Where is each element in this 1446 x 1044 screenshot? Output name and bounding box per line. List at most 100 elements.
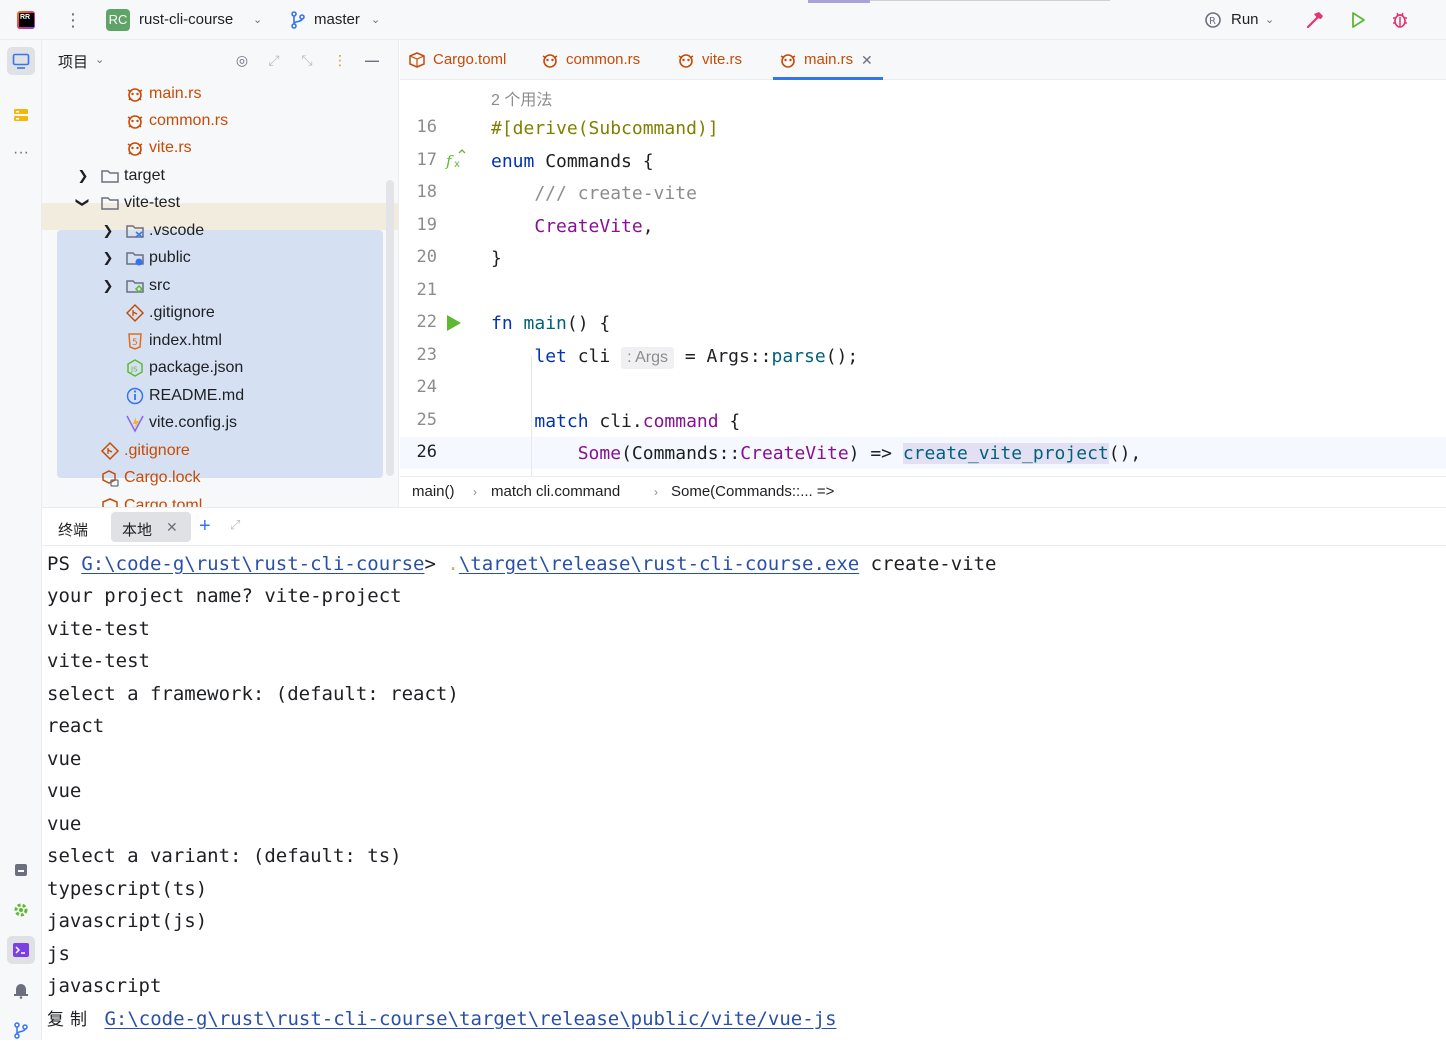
- monitor-icon: [12, 53, 30, 69]
- options-menu-icon[interactable]: ⋮: [330, 50, 350, 70]
- enum-variant: Some: [577, 443, 622, 464]
- line-number: 19: [416, 215, 437, 235]
- code-line-20: }: [491, 248, 502, 269]
- function-call: parse: [771, 346, 826, 367]
- services-tool-button[interactable]: [7, 896, 35, 924]
- expand-all-icon[interactable]: ⤢: [264, 50, 284, 70]
- hide-panel-icon[interactable]: —: [362, 50, 382, 70]
- collapse-all-icon[interactable]: ⤡: [297, 50, 317, 70]
- project-badge[interactable]: RC: [106, 9, 130, 31]
- run-config-label[interactable]: Run: [1231, 11, 1259, 28]
- path-link[interactable]: G:\code-g\rust\rust-cli-course\target\re…: [104, 1008, 836, 1030]
- database-tool-button[interactable]: [7, 856, 35, 884]
- divider: [808, 0, 870, 3]
- more-tools-icon[interactable]: ···: [7, 141, 35, 169]
- tree-item-label: vite.rs: [149, 139, 192, 156]
- terminal-line: vue: [47, 780, 82, 802]
- prompt-gt: >: [424, 553, 448, 575]
- svg-text:f: f: [445, 152, 454, 170]
- tree-item-label: common.rs: [149, 112, 229, 129]
- macro-expand-icon[interactable]: f x: [445, 149, 467, 171]
- chevron-right-icon[interactable]: ❯: [101, 272, 115, 299]
- path-link[interactable]: G:\code-g\rust\rust-cli-course: [81, 553, 424, 575]
- tree-item-label: Cargo.lock: [124, 469, 201, 486]
- terminal-tab-label[interactable]: 本地: [122, 519, 152, 540]
- nodejs-file-icon: JS: [127, 359, 143, 377]
- project-panel-header: 项目 ⌄ ◎ ⤢ ⤡ ⋮ —: [42, 40, 398, 80]
- code-line-22: fn main() {: [491, 312, 610, 336]
- terminal-line: your project name? vite-project: [47, 585, 402, 607]
- package-icon: [15, 864, 27, 876]
- terminal-line: vue: [47, 748, 82, 770]
- project-panel-title[interactable]: 项目: [58, 51, 88, 72]
- enum-variant: CreateVite: [740, 443, 849, 464]
- code-line-23: let cli : Args = Args::parse();: [491, 345, 858, 369]
- terminal-line: typescript(ts): [47, 878, 208, 900]
- run-icon[interactable]: [1348, 10, 1368, 30]
- run-config-icon[interactable]: R: [1204, 11, 1222, 29]
- type-hint[interactable]: : Args: [621, 347, 674, 369]
- prompt-dot: .: [447, 553, 459, 575]
- chevron-right-icon[interactable]: ❯: [76, 162, 90, 189]
- expand-icon[interactable]: ⤢: [230, 517, 248, 535]
- chevron-down-icon[interactable]: ❯: [70, 196, 97, 210]
- git-branch-icon[interactable]: [290, 11, 306, 29]
- breadcrumb-item[interactable]: main(): [412, 477, 455, 507]
- editor: Cargo.toml common.rs vite.rs main.rs ✕ 2…: [400, 40, 1446, 507]
- tree-item-label: public: [149, 249, 191, 266]
- chevron-right-icon[interactable]: ❯: [101, 217, 115, 244]
- code-line-16: #[derive(Subcommand)]: [491, 118, 719, 139]
- exe-link[interactable]: \target\release\rust-cli-course.exe: [459, 553, 859, 575]
- notifications-tool-button[interactable]: [7, 976, 35, 1004]
- terminal-header: 终端 本地 ✕ + ⤢: [42, 508, 1446, 546]
- chevron-right-icon[interactable]: ❯: [101, 244, 115, 271]
- chevron-down-icon[interactable]: ⌄: [1265, 13, 1274, 26]
- main-menu-icon[interactable]: ⋮: [64, 9, 82, 31]
- chevron-down-icon[interactable]: ⌄: [371, 13, 380, 26]
- rustrover-logo-icon[interactable]: [17, 11, 35, 29]
- code-line-18: /// create-vite: [491, 183, 697, 204]
- cargo-icon: [409, 52, 425, 68]
- chevron-down-icon[interactable]: ⌄: [95, 53, 104, 66]
- left-tool-strip: ···: [0, 40, 42, 1040]
- tree-item-label: Cargo.toml: [124, 497, 203, 507]
- tab-label: common.rs: [566, 51, 641, 68]
- terminal-tool-button[interactable]: [7, 936, 35, 964]
- divider: [870, 0, 1110, 1]
- tree-item-label: vite.config.js: [149, 414, 238, 431]
- project-tool-button[interactable]: [7, 47, 35, 75]
- add-tab-icon[interactable]: +: [199, 515, 211, 538]
- line-number: 22: [416, 312, 437, 332]
- tree-scrollbar[interactable]: [386, 180, 394, 476]
- close-icon[interactable]: ✕: [861, 40, 873, 80]
- run-gutter-icon[interactable]: [445, 313, 463, 333]
- branch-name[interactable]: master: [314, 11, 360, 28]
- line-number: 16: [416, 117, 437, 137]
- close-icon[interactable]: ✕: [166, 519, 178, 536]
- folder-icon: [101, 197, 119, 210]
- line-number: 17: [416, 150, 437, 170]
- locate-file-icon[interactable]: ◎: [232, 50, 252, 70]
- project-name[interactable]: rust-cli-course: [139, 11, 233, 28]
- terminal-icon: [13, 943, 29, 957]
- project-tree: main.rs common.rs vite.rs ❯ target ❯ vit…: [42, 80, 398, 507]
- code-text: = Args::: [673, 346, 772, 367]
- tree-item-label: target: [124, 167, 165, 184]
- code-text: (Commands::: [621, 443, 741, 464]
- build-hammer-icon[interactable]: [1305, 10, 1325, 30]
- terminal-line: select a framework: (default: react): [47, 683, 459, 705]
- code-area[interactable]: 2 个用法 16 17 18 19 20 21 22 23 24 25 26 f…: [400, 80, 1446, 476]
- field-name: command: [642, 411, 719, 432]
- enum-variant: CreateVite: [534, 216, 643, 237]
- chevron-down-icon[interactable]: ⌄: [253, 13, 262, 26]
- usages-hint[interactable]: 2 个用法: [491, 86, 552, 110]
- breadcrumb-item[interactable]: Some(Commands::... =>: [671, 477, 834, 507]
- vite-icon: [126, 415, 144, 433]
- debug-bug-icon[interactable]: [1390, 10, 1410, 30]
- code-text: ) =>: [848, 443, 903, 464]
- tab-label: vite.rs: [702, 51, 743, 68]
- structure-tool-button[interactable]: [7, 101, 35, 129]
- rust-file-icon: [127, 88, 143, 102]
- code-line-25: match cli.command {: [491, 410, 740, 434]
- breadcrumb-item[interactable]: match cli.command: [491, 477, 620, 507]
